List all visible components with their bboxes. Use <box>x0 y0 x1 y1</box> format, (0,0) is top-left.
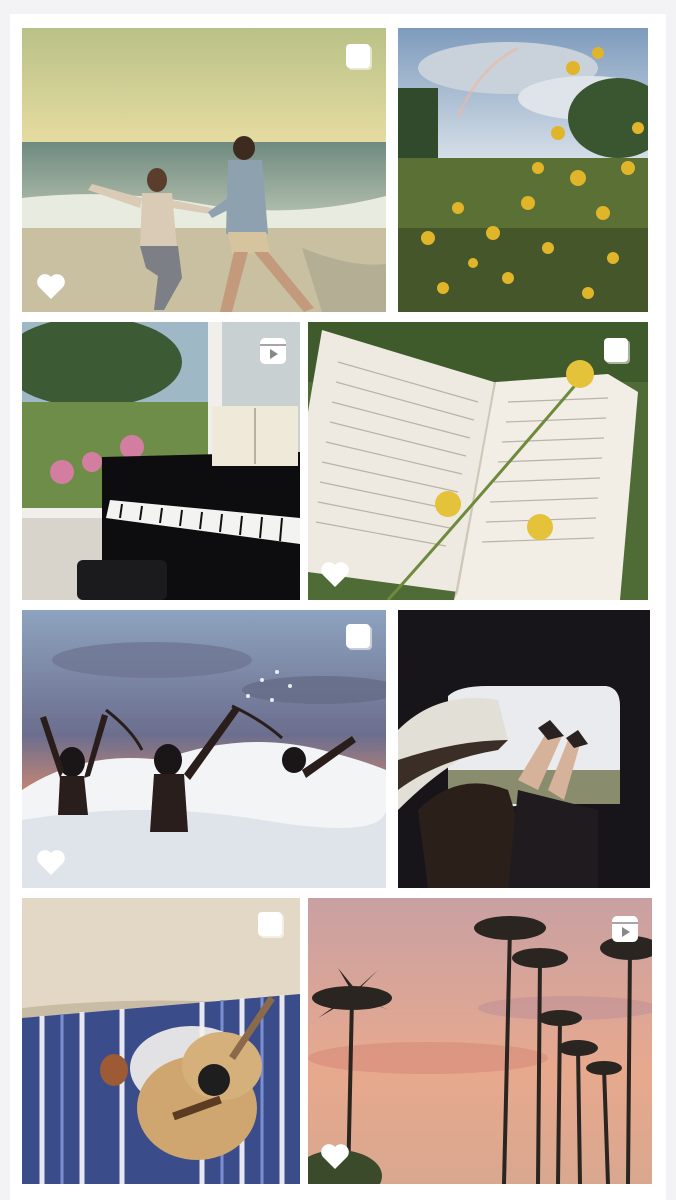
grid-tile-couple-beach[interactable] <box>22 28 386 312</box>
grid-tile-book[interactable] <box>308 322 648 600</box>
wildflowers-image <box>398 28 648 312</box>
grid-tile-palm-trees[interactable] <box>308 898 652 1184</box>
multi-photo-badge-icon <box>256 910 286 940</box>
multi-photo-badge-icon <box>602 336 632 366</box>
multi-photo-badge-icon <box>344 42 374 72</box>
open-book-image <box>308 322 648 600</box>
heart-icon[interactable] <box>320 560 350 588</box>
ocean-friends-image <box>22 610 386 888</box>
multi-photo-badge-icon <box>344 622 374 652</box>
heart-icon[interactable] <box>36 848 66 876</box>
reel-badge-icon <box>610 914 640 944</box>
heart-icon[interactable] <box>36 272 66 300</box>
grid-tile-wildflowers[interactable] <box>398 28 648 312</box>
grid-tile-guitar[interactable] <box>22 898 300 1184</box>
heart-icon[interactable] <box>320 1142 350 1170</box>
photo-grid <box>10 14 666 1200</box>
beach-couple-image <box>22 28 386 312</box>
guitar-blanket-image <box>22 898 300 1184</box>
palm-sunset-image <box>308 898 652 1184</box>
grid-tile-ocean-friends[interactable] <box>22 610 386 888</box>
grid-tile-piano[interactable] <box>22 322 300 600</box>
reel-badge-icon <box>258 336 288 366</box>
grid-tile-car-window[interactable] <box>398 610 650 888</box>
car-window-image <box>398 610 650 888</box>
